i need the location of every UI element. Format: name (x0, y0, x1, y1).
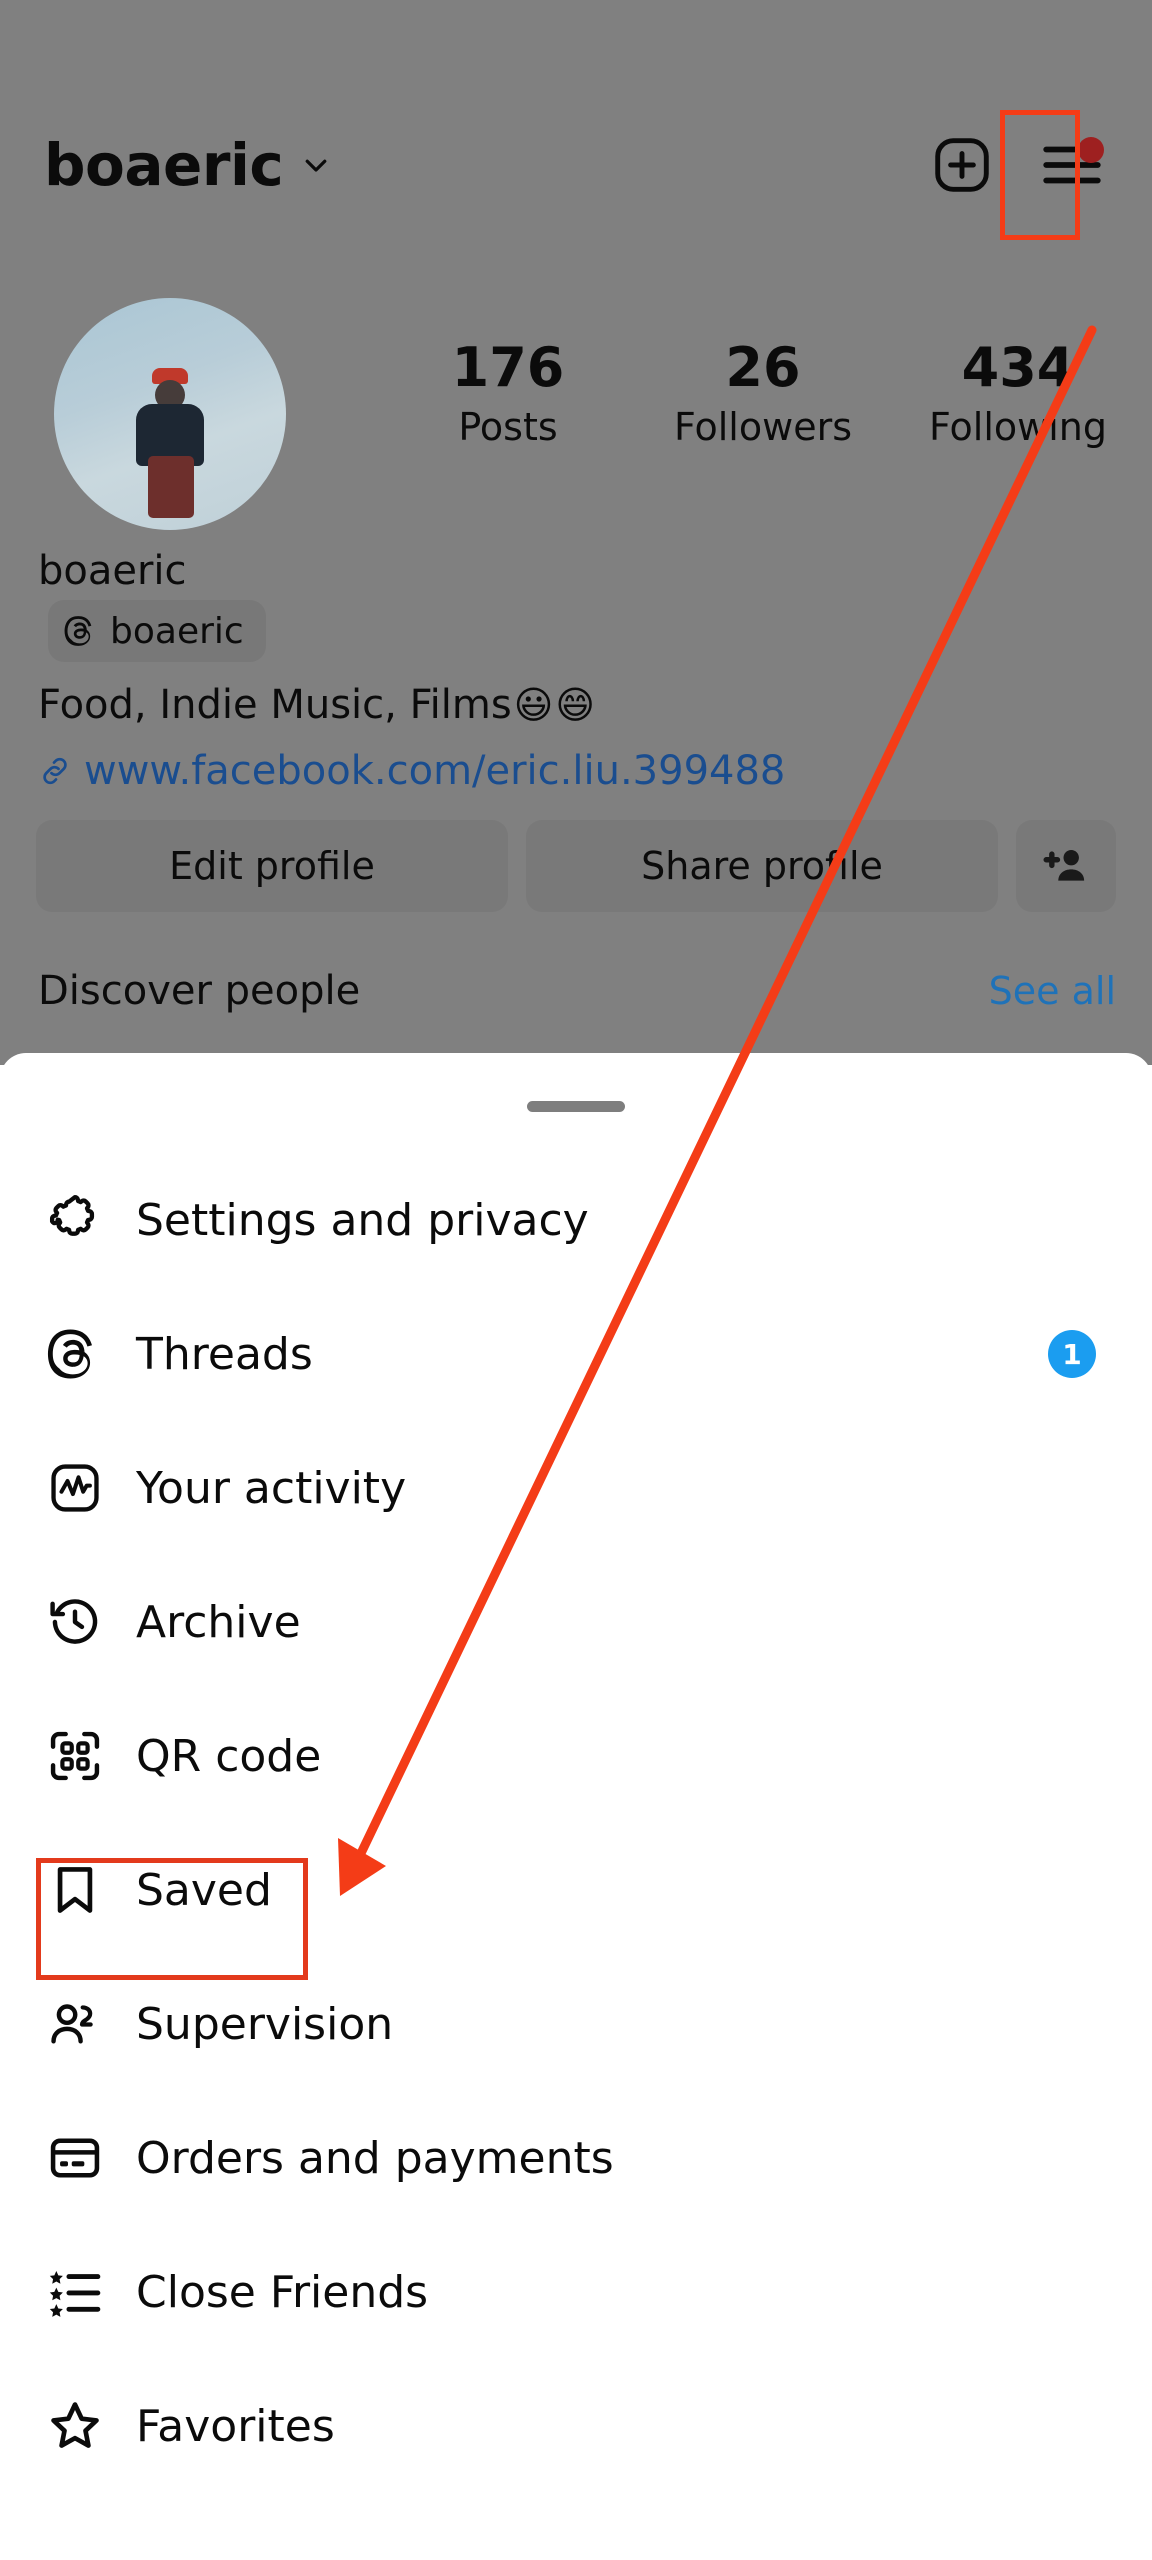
hamburger-menu-button[interactable] (1036, 129, 1108, 201)
credit-card-icon (44, 2130, 106, 2186)
menu-item-label: Settings and privacy (136, 1194, 589, 1246)
threads-unread-badge: 1 (1048, 1330, 1096, 1378)
add-person-button[interactable] (1016, 820, 1116, 912)
profile-action-buttons: Edit profile Share profile (36, 820, 1116, 912)
header-actions (926, 129, 1108, 201)
stat-posts-value: 176 (451, 336, 565, 399)
see-all-link[interactable]: See all (989, 969, 1116, 1013)
profile-link-text: www.facebook.com/eric.liu.399488 (84, 748, 786, 794)
stat-followers[interactable]: 26 Followers (653, 336, 873, 449)
menu-item-archive[interactable]: Archive (0, 1555, 1152, 1689)
chevron-down-icon (305, 159, 327, 172)
profile-bio: Food, Indie Music, Films 😃 😄 (38, 682, 595, 728)
account-switcher[interactable]: boaeric (44, 136, 331, 194)
supervision-people-icon (44, 1996, 106, 2052)
threads-icon (44, 1326, 106, 1382)
menu-notification-dot (1078, 137, 1104, 163)
share-profile-button[interactable]: Share profile (526, 820, 998, 912)
edit-profile-button[interactable]: Edit profile (36, 820, 508, 912)
menu-item-qr-code[interactable]: QR code (0, 1689, 1152, 1823)
stat-posts-label: Posts (458, 404, 558, 449)
menu-item-label: Favorites (136, 2400, 335, 2452)
stat-following-label: Following (929, 404, 1107, 449)
menu-item-supervision[interactable]: Supervision (0, 1957, 1152, 2091)
star-list-icon (44, 2264, 106, 2320)
menu-item-saved[interactable]: Saved (0, 1823, 1152, 1957)
avatar[interactable] (54, 298, 286, 530)
menu-item-label: QR code (136, 1730, 322, 1782)
menu-item-label: Supervision (136, 1998, 394, 2050)
menu-item-threads[interactable]: Threads 1 (0, 1287, 1152, 1421)
menu-item-settings-and-privacy[interactable]: Settings and privacy (0, 1153, 1152, 1287)
menu-item-your-activity[interactable]: Your activity (0, 1421, 1152, 1555)
plus-square-icon (935, 138, 989, 192)
menu-item-label: Close Friends (136, 2266, 429, 2318)
dimmed-profile-background: boaeric 176 Posts 26 Followers 434 Follo… (0, 0, 1152, 1065)
new-post-button[interactable] (926, 129, 998, 201)
link-icon (43, 757, 67, 785)
stat-followers-label: Followers (674, 404, 852, 449)
menu-item-label: Saved (136, 1864, 272, 1916)
stat-following[interactable]: 434 Following (908, 336, 1128, 449)
stat-posts[interactable]: 176 Posts (398, 336, 618, 449)
archive-clock-icon (44, 1594, 106, 1650)
menu-item-label: Orders and payments (136, 2132, 614, 2184)
qr-code-icon (44, 1728, 106, 1784)
threads-handle-badge[interactable]: boaeric (48, 600, 266, 662)
menu-item-orders-and-payments[interactable]: Orders and payments (0, 2091, 1152, 2225)
threads-handle-text: boaeric (110, 610, 244, 652)
drag-handle[interactable] (527, 1101, 625, 1112)
avatar-figure (124, 367, 216, 518)
add-person-icon (1043, 849, 1085, 881)
threads-icon (64, 616, 92, 646)
profile-header: boaeric (0, 100, 1152, 230)
stat-following-value: 434 (961, 336, 1075, 399)
bio-emoji-1: 😃 (513, 683, 554, 727)
discover-people-row: Discover people See all (38, 968, 1116, 1014)
menu-item-close-friends[interactable]: Close Friends (0, 2225, 1152, 2359)
bookmark-icon (44, 1862, 106, 1918)
menu-bottom-sheet: Settings and privacy Threads 1 Your acti… (0, 1053, 1152, 2560)
profile-stats: 176 Posts 26 Followers 434 Following (398, 336, 1128, 449)
menu-item-label: Archive (136, 1596, 301, 1648)
menu-item-favorites[interactable]: Favorites (0, 2359, 1152, 2493)
profile-link[interactable]: www.facebook.com/eric.liu.399488 (38, 748, 785, 794)
avatar-legs (148, 455, 194, 518)
menu-list: Settings and privacy Threads 1 Your acti… (0, 1153, 1152, 2493)
page-title: boaeric (44, 131, 284, 199)
menu-item-label: Threads (136, 1328, 313, 1380)
bio-emoji-2: 😄 (555, 683, 595, 727)
menu-item-label: Your activity (136, 1462, 407, 1514)
stat-followers-value: 26 (725, 336, 801, 399)
activity-icon (44, 1460, 106, 1516)
profile-display-name: boaeric (38, 548, 187, 594)
profile-bio-text: Food, Indie Music, Films (38, 682, 512, 728)
star-icon (44, 2398, 106, 2454)
discover-people-label: Discover people (38, 968, 361, 1014)
gear-icon (44, 1192, 106, 1248)
